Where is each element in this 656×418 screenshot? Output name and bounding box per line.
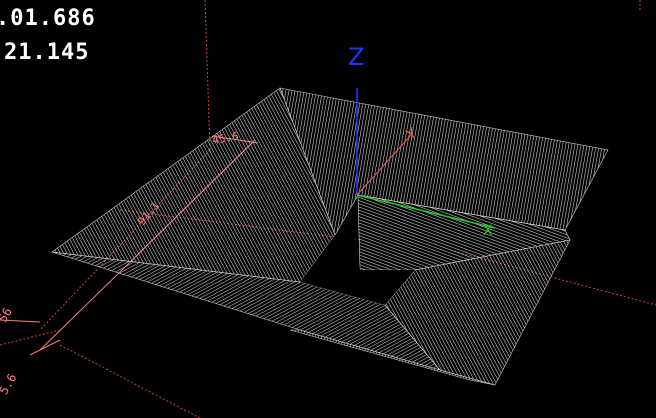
coordinate-readout-line-1: .01.686 [0,6,96,31]
z-axis-label: Z [348,43,364,71]
dimension-label-left-upper: 56 [0,305,15,325]
x-axis-label: X [483,223,493,239]
coordinate-readout-line-2: 21.145 [4,40,90,65]
mesh-model[interactable] [51,87,609,386]
dimension-label-left-lower: 5.6 [0,371,19,397]
3d-viewport[interactable]: Z Y X 45.6 91.1 56 5.6 [0,0,656,418]
